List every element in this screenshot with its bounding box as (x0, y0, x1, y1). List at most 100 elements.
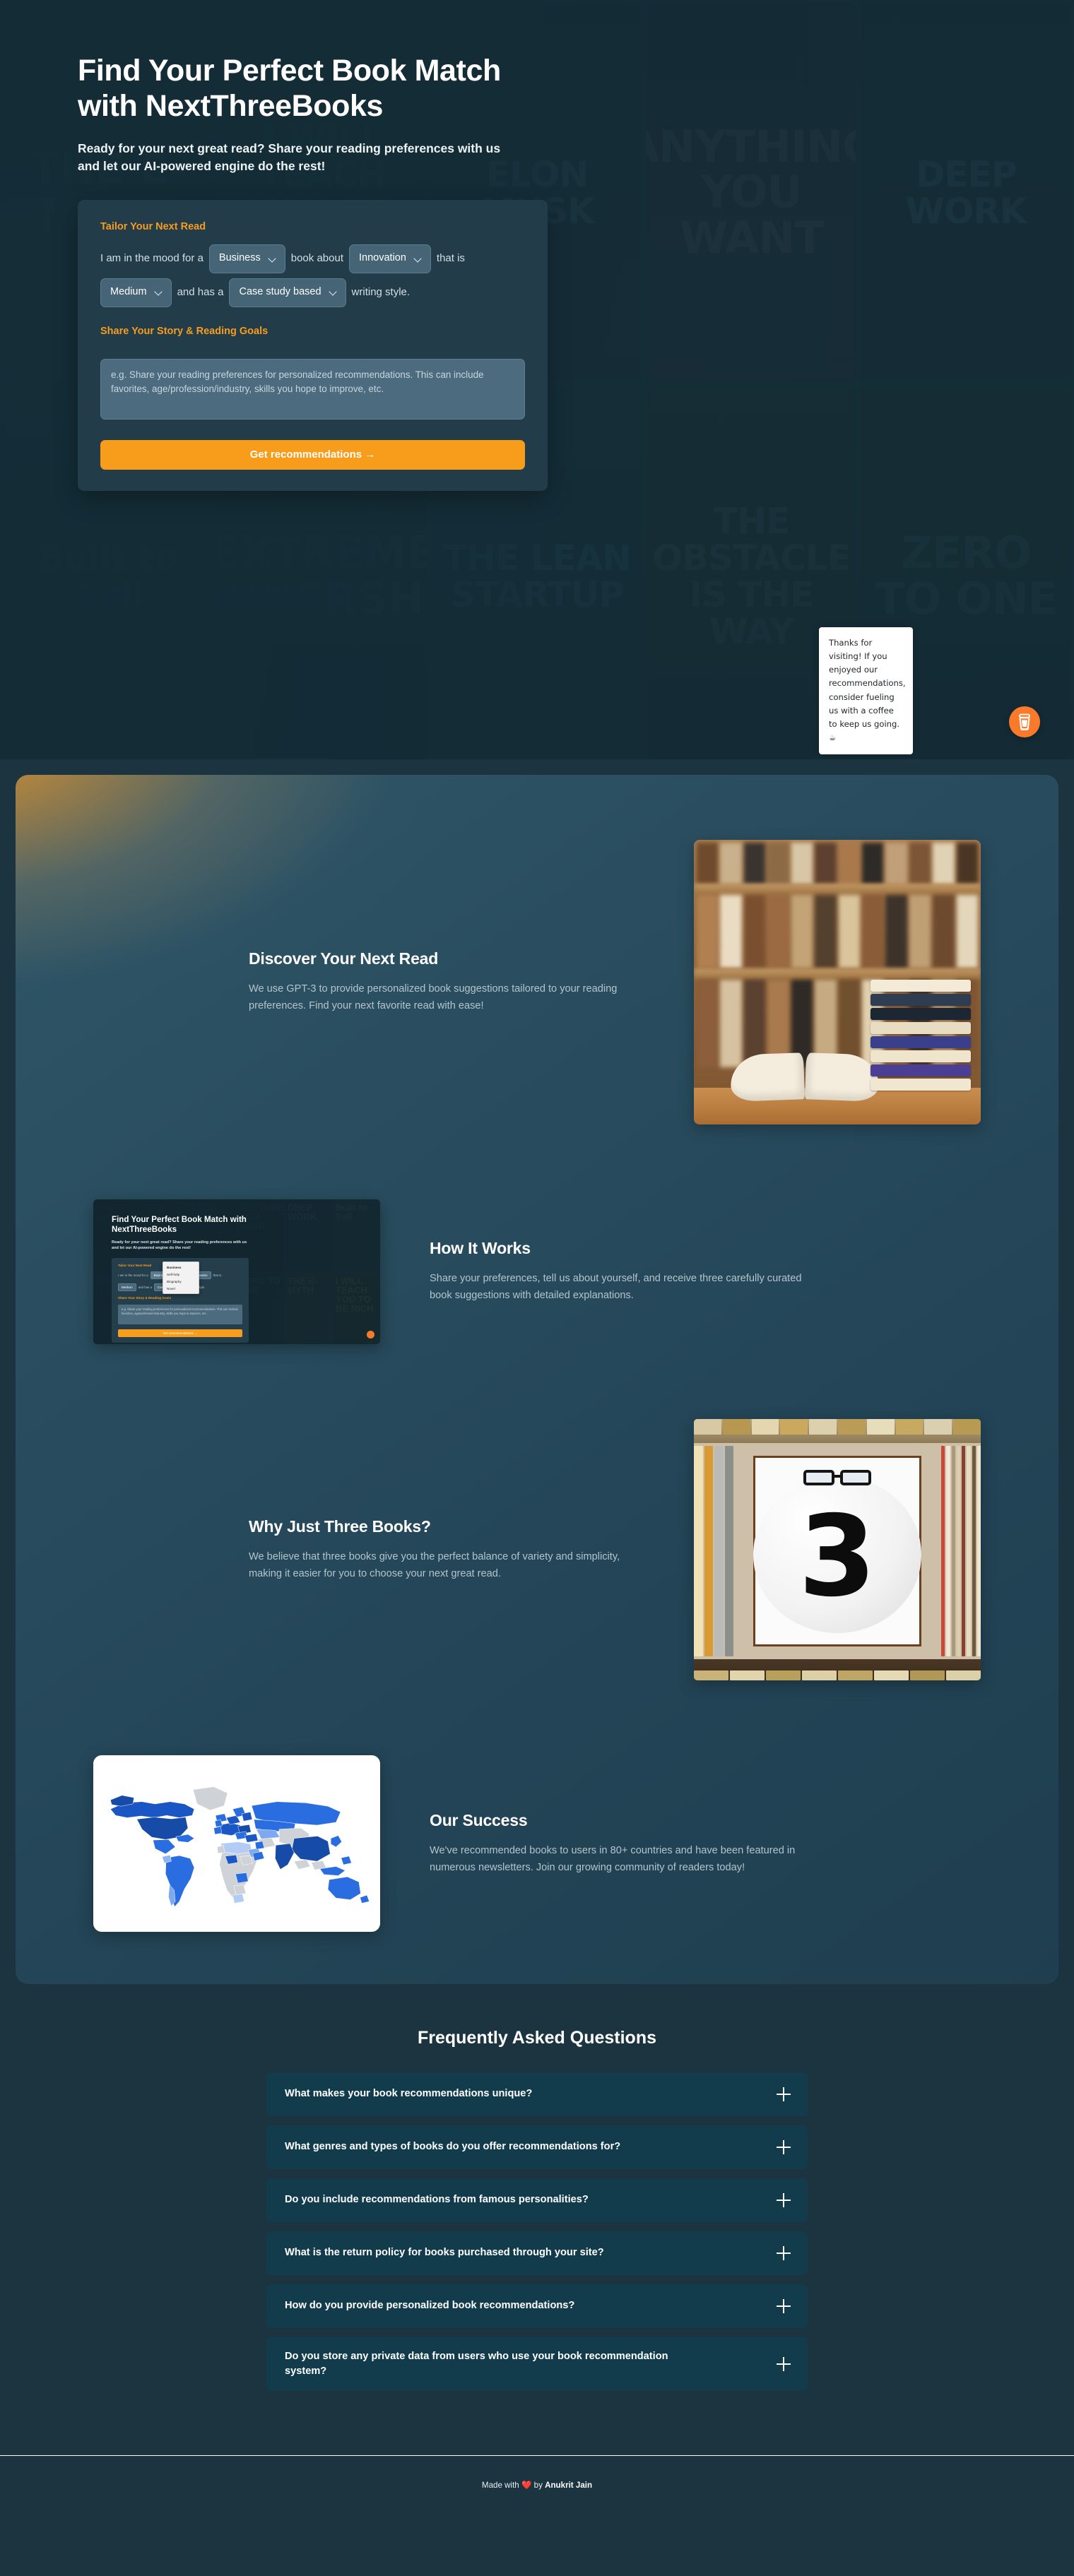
length-select-value: Medium (110, 285, 147, 297)
heart-icon: ❤️ (521, 2481, 532, 2491)
feature-copy-discover: Discover Your Next Read We use GPT-3 to … (249, 949, 644, 1014)
faq-item[interactable]: What is the return policy for books purc… (266, 2231, 808, 2275)
hero-subtitle: Ready for your next great read? Share yo… (78, 141, 501, 173)
book-spine (697, 895, 719, 968)
genre-select[interactable]: Business (208, 244, 285, 273)
footer-credit: Made with ❤️ by Anukrit Jain (482, 2480, 592, 2490)
style-select[interactable]: Case study based (229, 278, 346, 307)
stacked-book (871, 1036, 971, 1048)
feature-row-why-three: 3 Why Just Three Books? We believe that … (16, 1419, 1058, 1680)
book-spine (767, 895, 789, 968)
topic-select[interactable]: Innovation (348, 244, 431, 273)
book-spine (809, 1419, 837, 1435)
faq-item[interactable]: Do you include recommendations from famo… (266, 2178, 808, 2222)
eyeglass-lens-right (840, 1470, 871, 1485)
length-select[interactable]: Medium (100, 278, 172, 307)
book-spine (815, 843, 837, 885)
faq-question: Do you include recommendations from famo… (285, 2194, 589, 2206)
shelf-board (694, 884, 981, 895)
faq-item[interactable]: What genres and types of books do you of… (266, 2125, 808, 2169)
story-legend: Share Your Story & Reading Goals (100, 325, 268, 337)
chevron-down-icon (330, 288, 338, 296)
book-spine (694, 1419, 721, 1435)
faq-item[interactable]: What makes your book recommendations uni… (266, 2072, 808, 2116)
book-spine (972, 1446, 976, 1656)
book-spine (720, 843, 742, 885)
feature-body: We believe that three books give you the… (249, 1550, 620, 1579)
plus-icon[interactable] (777, 2140, 791, 2154)
topic-select-value: Innovation (358, 252, 406, 264)
feature-copy-how-it-works: How It Works Share your preferences, tel… (430, 1239, 825, 1304)
faq-item[interactable]: How do you provide personalized book rec… (266, 2284, 808, 2328)
get-recommendations-button[interactable]: Get recommendations → (100, 439, 525, 470)
book-spine (861, 895, 884, 968)
sentence-part-3: that is (436, 252, 465, 265)
book-spine (962, 1446, 966, 1656)
buy-me-a-coffee-button[interactable] (1009, 706, 1040, 737)
world-map-image (93, 1755, 380, 1932)
faq-question: What makes your book recommendations uni… (285, 2088, 533, 2100)
book-spine (956, 895, 979, 968)
app-screenshot-image: THE E-MYTHI WILL TEACH YOU TO BE RICHELO… (93, 1199, 380, 1344)
book-spine (743, 843, 766, 885)
book-spine (838, 1670, 873, 1680)
feature-body: We use GPT-3 to provide personalized boo… (249, 983, 618, 1011)
eyeglasses-icon (803, 1470, 871, 1485)
faq-list: What makes your book recommendations uni… (266, 2072, 808, 2392)
feature-copy-why-three: Why Just Three Books? We believe that th… (249, 1517, 644, 1582)
book-spine (941, 1446, 945, 1656)
book-spine (722, 1419, 750, 1435)
book-spine (766, 1670, 801, 1680)
stacked-book (871, 1064, 971, 1076)
feature-body: Share your preferences, tell us about yo… (430, 1273, 802, 1301)
feature-copy-our-success: Our Success We've recommended books to u… (430, 1811, 825, 1876)
book-spine (946, 1670, 981, 1680)
features-card: Discover Your Next Read We use GPT-3 to … (16, 775, 1058, 1984)
eyeglass-lens-left (803, 1470, 834, 1485)
faq-question: How do you provide personalized book rec… (285, 2300, 575, 2312)
book-stack (871, 978, 971, 1091)
genre-select-value: Business (218, 252, 261, 264)
shelf-row-middle (694, 895, 981, 968)
coffee-tooltip: Thanks for visiting! If you enjoyed our … (819, 627, 913, 754)
feature-heading: Our Success (430, 1810, 528, 1829)
story-textarea[interactable] (100, 358, 525, 420)
book-spine (697, 980, 719, 1067)
book-spine (730, 1670, 765, 1680)
plus-icon[interactable] (777, 2087, 791, 2101)
world-map-card (93, 1755, 380, 1932)
number-three-image: 3 (694, 1419, 981, 1680)
book-spine (924, 1419, 952, 1435)
book-spine (780, 1419, 808, 1435)
book-spine (956, 843, 979, 885)
book-spine (838, 895, 860, 968)
bookshelf-image (694, 840, 981, 1124)
sentence-part-1: I am in the mood for a (100, 252, 203, 265)
plus-icon[interactable] (777, 2299, 791, 2313)
book-spine (885, 843, 907, 885)
book-spine (791, 895, 813, 968)
screenshot-story-legend: Share Your Story & Reading Goals (118, 1295, 172, 1300)
faq-question: What is the return policy for books purc… (285, 2247, 604, 2259)
book-spine (837, 1419, 866, 1435)
feature-row-how-it-works: THE E-MYTHI WILL TEACH YOU TO BE RICHELO… (16, 1199, 1058, 1344)
plus-icon[interactable] (777, 2357, 791, 2372)
footer-middle: by (531, 2481, 545, 2491)
book-spine (967, 1446, 971, 1656)
chevron-down-icon (415, 255, 423, 263)
screenshot-dropdown-option: Biography (167, 1279, 182, 1283)
faq-question: Do you store any private data from users… (285, 2351, 668, 2378)
book-spine (791, 843, 813, 885)
book-spine (933, 843, 955, 885)
feature-heading: How It Works (430, 1239, 531, 1258)
stacked-book (871, 1079, 971, 1091)
book-spine (720, 895, 742, 968)
eyeglass-bridge (834, 1475, 840, 1478)
plus-icon[interactable] (777, 2193, 791, 2207)
shelf-bottom-books (694, 1670, 981, 1680)
screenshot-coffee-button (367, 1331, 374, 1339)
plus-icon[interactable] (777, 2246, 791, 2260)
faq-item[interactable]: Do you store any private data from users… (266, 2337, 808, 2392)
book-spine (694, 1446, 703, 1656)
book-spine (838, 843, 860, 885)
